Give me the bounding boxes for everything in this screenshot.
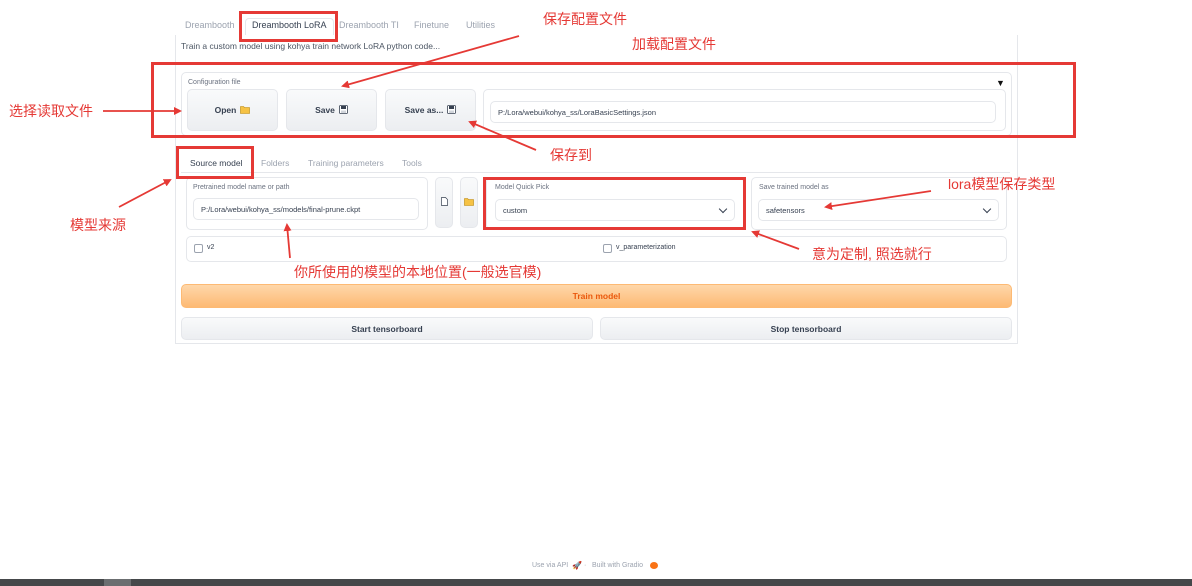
annotation-save-config: 保存配置文件 xyxy=(543,11,627,27)
annotation-local-path: 你所使用的模型的本地位置(一般选官模) xyxy=(294,264,542,280)
annotation-arrows xyxy=(103,35,932,259)
annotation-choose-file: 选择读取文件 xyxy=(9,103,93,119)
annotation-load-config: 加载配置文件 xyxy=(632,36,716,52)
annotation-model-source: 模型来源 xyxy=(70,217,126,233)
annotation-lora-type: lora模型保存类型 xyxy=(948,176,1056,192)
annotation-save-to: 保存到 xyxy=(550,147,592,163)
annotation-custom-note: 意为定制, 照选就行 xyxy=(812,246,932,262)
